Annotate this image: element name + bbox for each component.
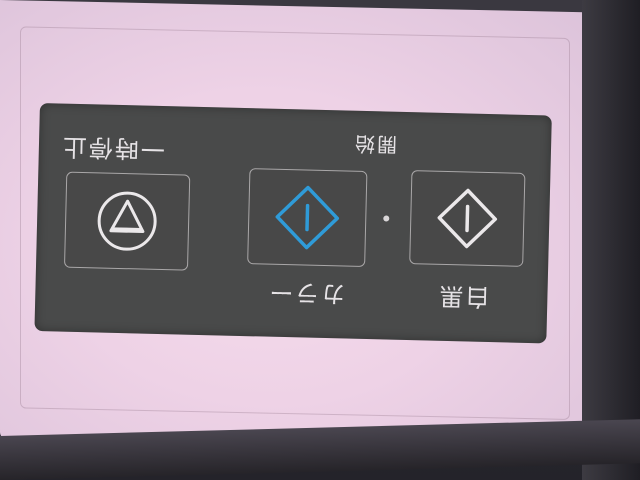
pause-label: 一時停止 [60,132,166,164]
bw-label: 白黒 [437,281,490,312]
diamond-bar-icon [437,188,498,249]
device-right-edge [582,0,640,480]
diamond-bar-icon [275,185,340,250]
color-label: カラー [267,277,346,308]
bw-start-button[interactable] [409,170,526,267]
control-panel: 一時停止 開始 カラー 白黒 [34,103,552,344]
pause-button[interactable] [63,171,191,271]
separator-dot [383,215,390,222]
color-start-button[interactable] [247,168,368,267]
triangle-in-circle-icon [97,191,157,251]
start-label: 開始 [352,131,398,157]
